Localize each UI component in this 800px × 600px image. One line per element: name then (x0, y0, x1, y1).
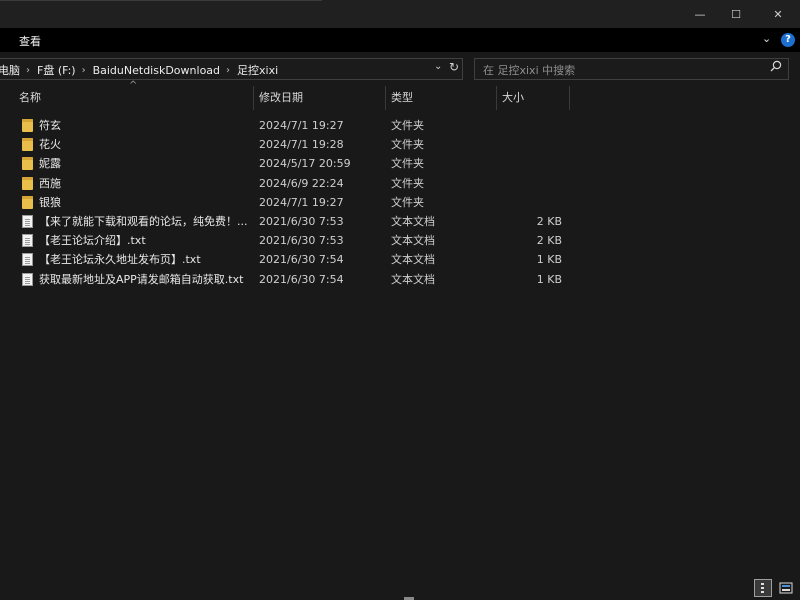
file-date: 2024/5/17 20:59 (259, 157, 351, 171)
file-name: 花火 (39, 138, 61, 152)
file-name: 【老王论坛永久地址发布页】.txt (39, 253, 201, 267)
folder-icon (22, 195, 33, 209)
help-icon[interactable]: ? (781, 33, 795, 47)
address-row: 此电脑 › F盘 (F:) › BaiduNetdiskDownload › 足… (0, 52, 800, 84)
address-history-dropdown-icon[interactable]: ⌄ (434, 61, 442, 72)
minimize-button[interactable]: — (680, 0, 720, 28)
file-type: 文本文档 (391, 214, 435, 228)
file-name: 获取最新地址及APP请发邮箱自动获取.txt (39, 272, 244, 286)
file-type: 文本文档 (391, 272, 435, 286)
details-view-icon (761, 583, 764, 593)
column-divider[interactable] (385, 86, 386, 110)
file-date: 2021/6/30 7:53 (259, 214, 344, 228)
column-header-size[interactable]: 大小 (502, 84, 524, 112)
file-name: 符玄 (39, 119, 61, 132)
list-item[interactable]: 【老王论坛介绍】.txt 2021/6/30 7:53 文本文档 2 KB (0, 231, 800, 250)
file-size: 1 KB (536, 253, 562, 267)
folder-icon (22, 138, 33, 152)
breadcrumb-separator-icon[interactable]: › (26, 65, 30, 76)
list-item[interactable]: 获取最新地址及APP请发邮箱自动获取.txt 2021/6/30 7:54 文本… (0, 270, 800, 289)
maximize-button[interactable]: ☐ (716, 0, 756, 28)
large-icons-view-icon (779, 582, 793, 594)
address-bar[interactable]: 此电脑 › F盘 (F:) › BaiduNetdiskDownload › 足… (0, 58, 463, 80)
file-date: 2024/7/1 19:27 (259, 119, 344, 132)
breadcrumb-separator-icon[interactable]: › (226, 65, 230, 76)
list-item[interactable]: 【老王论坛永久地址发布页】.txt 2021/6/30 7:54 文本文档 1 … (0, 250, 800, 269)
file-date: 2021/6/30 7:53 (259, 234, 344, 248)
file-type: 文本文档 (391, 234, 435, 248)
text-file-icon (22, 214, 33, 228)
title-bar: — ☐ ✕ (0, 0, 800, 28)
file-size: 2 KB (536, 214, 562, 228)
file-type: 文本文档 (391, 253, 435, 267)
list-item[interactable]: 【来了就能下载和观看的论坛，纯免费！... 2021/6/30 7:53 文本文… (0, 212, 800, 231)
text-file-icon (22, 253, 33, 267)
status-bar (0, 577, 800, 600)
folder-icon (22, 157, 33, 171)
file-name: 银狼 (39, 195, 61, 209)
close-button[interactable]: ✕ (758, 0, 798, 28)
file-type: 文件夹 (391, 119, 424, 132)
list-item[interactable]: 西施 2024/6/9 22:24 文件夹 (0, 174, 800, 193)
search-placeholder: 在 足控xixi 中搜索 (483, 64, 576, 77)
column-header-type[interactable]: 类型 (391, 84, 413, 112)
list-item[interactable]: 妮露 2024/5/17 20:59 文件夹 (0, 154, 800, 173)
column-header-row: ^ 名称 修改日期 类型 大小 (0, 80, 800, 112)
sort-ascending-icon: ^ (129, 80, 138, 91)
text-file-icon (22, 234, 33, 248)
large-icons-view-button[interactable] (777, 579, 795, 597)
list-item[interactable]: 符玄 2024/7/1 19:27 文件夹 (0, 116, 800, 135)
file-name: 妮露 (39, 157, 61, 171)
breadcrumb-separator-icon[interactable]: › (82, 65, 86, 76)
folder-icon (22, 176, 33, 190)
file-type: 文件夹 (391, 195, 424, 209)
column-header-date-modified[interactable]: 修改日期 (259, 84, 303, 112)
refresh-icon[interactable]: ↻ (449, 60, 459, 74)
file-name: 【老王论坛介绍】.txt (39, 234, 146, 248)
list-item[interactable]: 花火 2024/7/1 19:28 文件夹 (0, 135, 800, 154)
column-divider[interactable] (496, 86, 497, 110)
file-size: 1 KB (536, 272, 562, 286)
file-date: 2024/7/1 19:27 (259, 195, 344, 209)
file-type: 文件夹 (391, 138, 424, 152)
list-item[interactable]: 银狼 2024/7/1 19:27 文件夹 (0, 193, 800, 212)
file-date: 2021/6/30 7:54 (259, 253, 344, 267)
collapse-ribbon-chevron-icon[interactable]: ⌄ (762, 32, 771, 45)
file-type: 文件夹 (391, 157, 424, 171)
folder-icon (22, 119, 33, 132)
column-divider[interactable] (253, 86, 254, 110)
file-name: 【来了就能下载和观看的论坛，纯免费！... (39, 214, 248, 228)
text-file-icon (22, 272, 33, 286)
breadcrumb: 此电脑 › F盘 (F:) › BaiduNetdiskDownload › 足… (0, 62, 278, 78)
search-icon[interactable] (770, 60, 782, 75)
file-type: 文件夹 (391, 176, 424, 190)
column-divider[interactable] (569, 86, 570, 110)
file-date: 2024/7/1 19:28 (259, 138, 344, 152)
file-date: 2021/6/30 7:54 (259, 272, 344, 286)
file-name: 西施 (39, 176, 61, 190)
breadcrumb-this-pc[interactable]: 此电脑 (0, 62, 20, 78)
breadcrumb-drive-f[interactable]: F盘 (F:) (37, 62, 76, 78)
title-bar-accent-line (0, 0, 322, 1)
search-input[interactable]: 在 足控xixi 中搜索 (474, 58, 789, 80)
breadcrumb-baidunetdiskdownload[interactable]: BaiduNetdiskDownload (93, 64, 220, 77)
breadcrumb-current-folder[interactable]: 足控xixi (237, 62, 278, 78)
file-size: 2 KB (536, 234, 562, 248)
ribbon: 查看 ⌄ ? (0, 28, 800, 52)
file-list: 符玄 2024/7/1 19:27 文件夹 花火 2024/7/1 19:28 … (0, 116, 800, 289)
tab-view[interactable]: 查看 (19, 33, 41, 49)
column-header-name[interactable]: 名称 (19, 84, 41, 112)
file-date: 2024/6/9 22:24 (259, 176, 344, 190)
details-view-button[interactable] (754, 579, 772, 597)
